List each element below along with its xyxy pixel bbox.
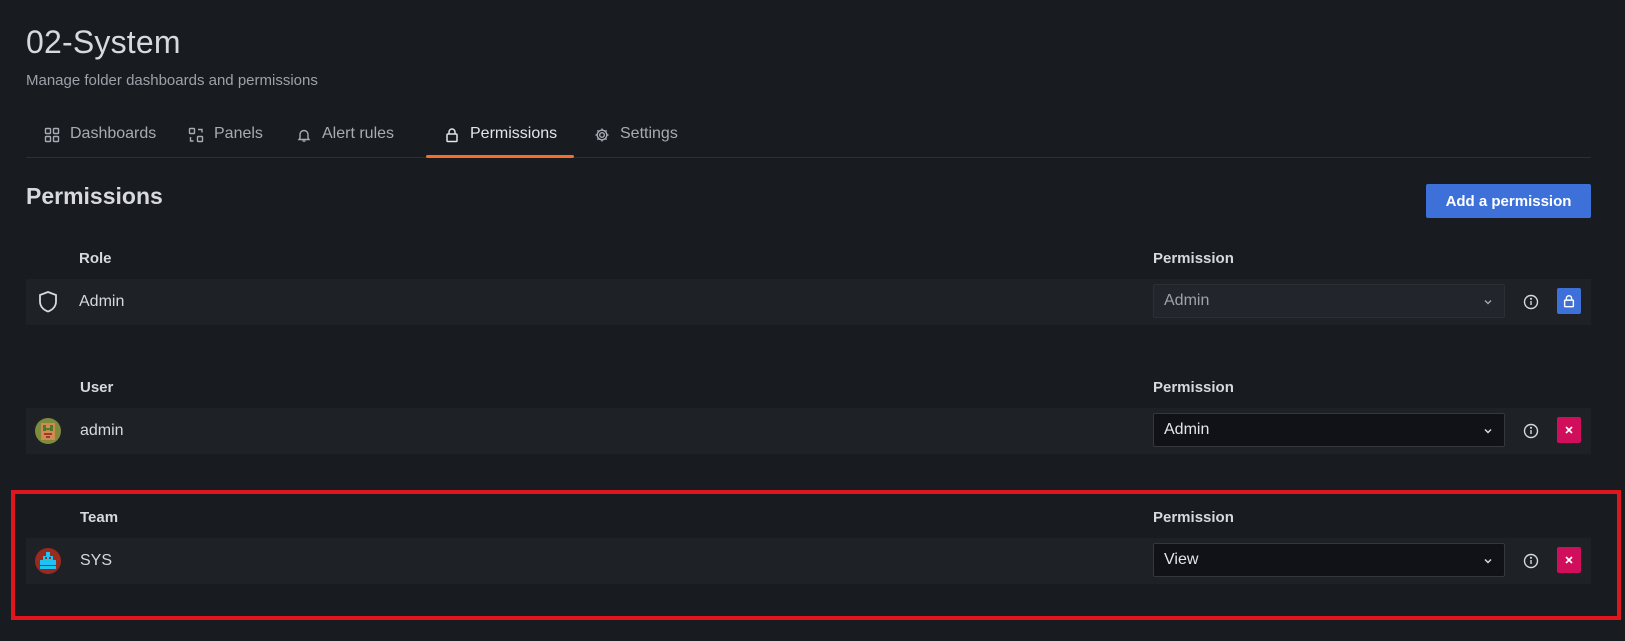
- team-avatar: [35, 548, 61, 574]
- lock-icon: [446, 128, 458, 143]
- remove-permission-button[interactable]: [1557, 547, 1581, 573]
- info-circle-icon[interactable]: [1522, 293, 1540, 311]
- tab-label: Panels: [214, 125, 263, 142]
- cog-icon: [595, 128, 609, 142]
- tab-settings[interactable]: Settings: [594, 118, 678, 158]
- times-icon: [1565, 426, 1573, 434]
- info-circle-icon[interactable]: [1522, 422, 1540, 440]
- tab-label: Dashboards: [70, 125, 157, 142]
- page-subtitle: Manage folder dashboards and permissions: [26, 72, 318, 89]
- times-icon: [1565, 556, 1573, 564]
- locked-button[interactable]: [1557, 288, 1581, 314]
- table-row: admin Admin: [26, 408, 1591, 454]
- lock-icon: [1563, 295, 1575, 308]
- tab-alert-rules[interactable]: Alert rules: [296, 118, 394, 158]
- permission-select-value: View: [1164, 551, 1199, 568]
- permission-select[interactable]: Admin: [1153, 284, 1505, 318]
- chevron-down-icon: [1484, 428, 1492, 434]
- page-title: 02-System: [26, 24, 181, 60]
- column-header-team: Team: [80, 509, 119, 526]
- tab-label: Settings: [620, 125, 678, 142]
- role-permissions-group: Role Permission Admin Admin: [26, 250, 1591, 330]
- permission-select-value: Admin: [1164, 292, 1210, 309]
- tab-bar: Dashboards Panels Alert rules Permission…: [26, 118, 1591, 158]
- tab-label: Permissions: [470, 125, 558, 142]
- table-row: Admin Admin: [26, 279, 1591, 325]
- team-name: SYS: [80, 552, 113, 569]
- table-row: SYS View: [26, 538, 1591, 584]
- tab-panels[interactable]: Panels: [188, 118, 263, 158]
- tab-permissions[interactable]: Permissions: [426, 118, 575, 158]
- permissions-heading: Permissions: [26, 183, 163, 209]
- shield-icon: [39, 291, 57, 313]
- chevron-down-icon: [1484, 299, 1492, 305]
- permission-select[interactable]: Admin: [1153, 413, 1505, 447]
- add-permission-button[interactable]: Add a permission: [1426, 184, 1591, 218]
- apps-icon: [44, 127, 60, 143]
- team-permissions-group: Team Permission SYS View: [26, 509, 1591, 589]
- column-header-permission: Permission: [1153, 250, 1234, 267]
- remove-permission-button[interactable]: [1557, 417, 1581, 443]
- column-header-user: User: [80, 379, 114, 396]
- bell-icon: [297, 129, 311, 142]
- permission-select-value: Admin: [1164, 421, 1210, 438]
- tab-dashboards[interactable]: Dashboards: [44, 118, 156, 158]
- tab-label: Alert rules: [322, 125, 395, 142]
- column-header-permission: Permission: [1153, 379, 1234, 396]
- info-circle-icon[interactable]: [1522, 552, 1540, 570]
- library-panel-icon: [188, 127, 204, 143]
- permission-select[interactable]: View: [1153, 543, 1505, 577]
- chevron-down-icon: [1484, 558, 1492, 564]
- user-avatar: [35, 418, 61, 444]
- user-name: admin: [80, 422, 124, 439]
- user-permissions-group: User Permission admin Admin: [26, 379, 1591, 459]
- role-name: Admin: [79, 293, 125, 310]
- column-header-permission: Permission: [1153, 509, 1234, 526]
- column-header-role: Role: [79, 250, 112, 267]
